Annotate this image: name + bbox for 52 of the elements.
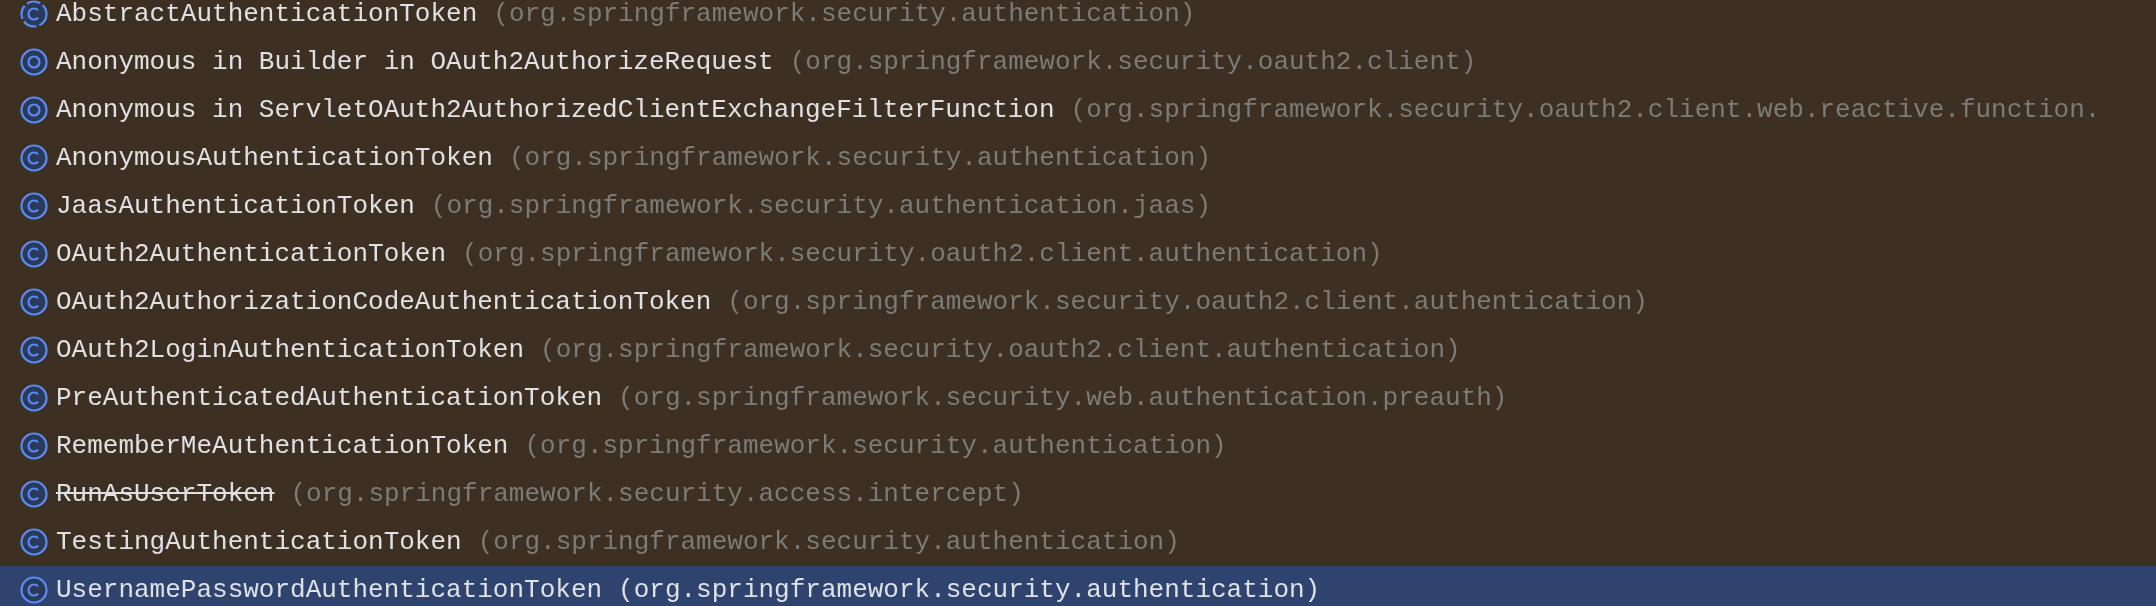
anonymous-class-icon [20, 96, 48, 124]
class-icon [20, 528, 48, 556]
result-item[interactable]: Anonymous in ServletOAuth2AuthorizedClientExchangeFilterFunction (org.springframework.security.oauth2.client.web.reactive.function. [0, 86, 2156, 134]
package-name: (org.springframework.security.authentication) [524, 429, 1227, 463]
class-icon [20, 336, 48, 364]
class-icon [20, 480, 48, 508]
class-name: OAuth2LoginAuthenticationToken [56, 333, 525, 367]
anonymous-class-icon [20, 48, 48, 76]
package-name: (org.springframework.security.authentication) [618, 573, 1321, 606]
package-name: (org.springframework.security.web.authentication.preauth) [618, 381, 1508, 415]
class-icon [20, 384, 48, 412]
result-item[interactable]: AbstractAuthenticationToken (org.springframework.security.authentication) [0, 0, 2156, 38]
class-icon [20, 240, 48, 268]
class-name: PreAuthenticatedAuthenticationToken [56, 381, 603, 415]
class-name: RunAsUserToken [56, 477, 275, 511]
package-name: (org.springframework.security.oauth2.client.authentication) [540, 333, 1461, 367]
result-item[interactable]: UsernamePasswordAuthenticationToken (org.springframework.security.authentication) [0, 566, 2156, 606]
result-item[interactable]: RunAsUserToken (org.springframework.security.access.intercept) [0, 470, 2156, 518]
class-name: TestingAuthenticationToken [56, 525, 462, 559]
class-name: RememberMeAuthenticationToken [56, 429, 509, 463]
result-item[interactable]: TestingAuthenticationToken (org.springframework.security.authentication) [0, 518, 2156, 566]
result-item[interactable]: JaasAuthenticationToken (org.springframework.security.authentication.jaas) [0, 182, 2156, 230]
class-icon [20, 192, 48, 220]
package-name: (org.springframework.security.oauth2.client.authentication) [462, 237, 1383, 271]
package-name: (org.springframework.security.authentication) [477, 525, 1180, 559]
result-item[interactable]: RememberMeAuthenticationToken (org.springframework.security.authentication) [0, 422, 2156, 470]
class-name: UsernamePasswordAuthenticationToken [56, 573, 603, 606]
class-name: OAuth2AuthenticationToken [56, 237, 447, 271]
class-name: OAuth2AuthorizationCodeAuthenticationToken [56, 285, 712, 319]
package-name: (org.springframework.security.authentication) [493, 0, 1196, 31]
class-name: Anonymous in Builder in OAuth2AuthorizeRequest [56, 45, 774, 79]
class-icon [20, 432, 48, 460]
class-name: Anonymous in ServletOAuth2AuthorizedClientExchangeFilterFunction [56, 93, 1055, 127]
class-name: JaasAuthenticationToken [56, 189, 415, 223]
package-name: (org.springframework.security.oauth2.client.authentication) [727, 285, 1648, 319]
package-name: (org.springframework.security.authentication) [508, 141, 1211, 175]
result-item[interactable]: PreAuthenticatedAuthenticationToken (org.springframework.security.web.authentication.preauth) [0, 374, 2156, 422]
package-name: (org.springframework.security.access.intercept) [290, 477, 1024, 511]
class-name: AnonymousAuthenticationToken [56, 141, 493, 175]
abstract-class-icon [20, 0, 48, 28]
class-icon [20, 288, 48, 316]
result-item[interactable]: Anonymous in Builder in OAuth2AuthorizeRequest (org.springframework.security.oauth2.client) [0, 38, 2156, 86]
result-item[interactable]: AnonymousAuthenticationToken (org.springframework.security.authentication) [0, 134, 2156, 182]
package-name: (org.springframework.security.oauth2.client) [789, 45, 1477, 79]
package-name: (org.springframework.security.oauth2.client.web.reactive.function. [1070, 93, 2101, 127]
class-icon [20, 144, 48, 172]
result-item[interactable]: OAuth2LoginAuthenticationToken (org.springframework.security.oauth2.client.authentication) [0, 326, 2156, 374]
result-item[interactable]: OAuth2AuthenticationToken (org.springframework.security.oauth2.client.authentication) [0, 230, 2156, 278]
result-item[interactable]: OAuth2AuthorizationCodeAuthenticationToken (org.springframework.security.oauth2.client.authentication) [0, 278, 2156, 326]
class-icon [20, 576, 48, 604]
package-name: (org.springframework.security.authentication.jaas) [430, 189, 1211, 223]
class-name: AbstractAuthenticationToken [56, 0, 478, 31]
